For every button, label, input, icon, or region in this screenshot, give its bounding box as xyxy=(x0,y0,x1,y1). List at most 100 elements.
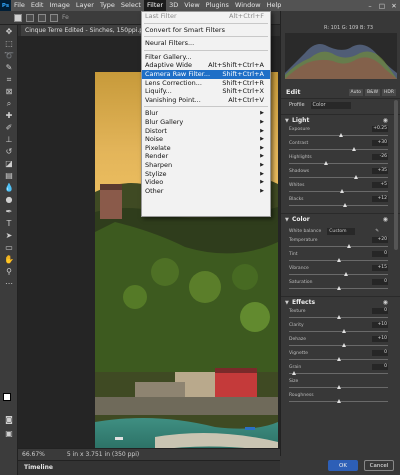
filter-menu-item-noise[interactable]: Noise ▶ xyxy=(142,135,270,144)
slider-texture[interactable]: Texture 0 xyxy=(281,308,400,322)
slider-value[interactable]: +10 xyxy=(372,322,388,328)
slider-track[interactable] xyxy=(289,345,388,346)
frame-tool-icon[interactable]: ⊠ xyxy=(2,86,16,97)
slider-roughness[interactable]: Roughness xyxy=(281,392,400,406)
slider-track[interactable] xyxy=(289,177,388,178)
filter-menu-item-blur-gallery[interactable]: Blur Gallery ▶ xyxy=(142,118,270,127)
hdr-button[interactable]: HDR xyxy=(382,88,396,96)
close-button[interactable]: ✕ xyxy=(388,2,400,10)
timeline-label[interactable]: Timeline xyxy=(24,464,53,471)
slider-value[interactable]: +35 xyxy=(372,168,388,174)
slider-thumb[interactable] xyxy=(337,315,341,319)
hand-tool-icon[interactable]: ✋ xyxy=(2,254,16,265)
slider-track[interactable] xyxy=(289,331,388,332)
slider-thumb[interactable] xyxy=(352,147,356,151)
slider-exposure[interactable]: Exposure +0.25 xyxy=(281,126,400,140)
filter-menu-item-lens-correction[interactable]: Lens Correction... Shift+Ctrl+R xyxy=(142,79,270,88)
slider-value[interactable]: -26 xyxy=(372,154,388,160)
slider-temperature[interactable]: Temperature +20 xyxy=(281,237,400,251)
eyedropper-tool-icon[interactable]: ⌕ xyxy=(2,98,16,109)
effects-section-header[interactable]: ▼ Effects ◉ xyxy=(281,296,400,308)
slider-thumb[interactable] xyxy=(337,399,341,403)
filter-menu-item-stylize[interactable]: Stylize ▶ xyxy=(142,170,270,179)
slider-contrast[interactable]: Contrast +30 xyxy=(281,140,400,154)
slider-track[interactable] xyxy=(289,205,388,206)
slider-value[interactable]: +12 xyxy=(372,196,388,202)
light-section-header[interactable]: ▼ Light ◉ xyxy=(281,114,400,126)
slider-thumb[interactable] xyxy=(340,189,344,193)
slider-clarity[interactable]: Clarity +10 xyxy=(281,322,400,336)
slider-grain[interactable]: Grain 0 xyxy=(281,364,400,378)
menu-view[interactable]: View xyxy=(181,0,202,11)
quick-select-tool-icon[interactable]: ✎ xyxy=(2,62,16,73)
eyedropper-icon[interactable]: ✎ xyxy=(375,229,379,234)
document-info[interactable]: 5 in x 3.751 in (350 ppi) xyxy=(67,451,139,458)
slider-thumb[interactable] xyxy=(347,244,351,248)
eye-icon[interactable]: ◉ xyxy=(383,216,388,223)
profile-select[interactable]: Color xyxy=(310,101,351,109)
filter-menu-item-last-filter[interactable]: Last Filter Alt+Ctrl+F xyxy=(142,12,270,21)
eraser-tool-icon[interactable]: ◪ xyxy=(2,158,16,169)
slider-thumb[interactable] xyxy=(343,203,347,207)
crop-tool-icon[interactable]: ⌗ xyxy=(2,74,16,85)
filter-menu-item-other[interactable]: Other ▶ xyxy=(142,187,270,196)
menu-help[interactable]: Help xyxy=(264,0,285,11)
filter-menu-item-adaptive-wide-angle[interactable]: Adaptive Wide Angle... Alt+Shift+Ctrl+A xyxy=(142,61,270,78)
more-tools-icon[interactable]: ⋯ xyxy=(2,278,16,289)
lasso-tool-icon[interactable]: ➰ xyxy=(2,50,16,61)
slider-value[interactable]: 0 xyxy=(372,364,388,370)
slider-track[interactable] xyxy=(289,373,388,374)
ok-button[interactable]: OK xyxy=(328,460,358,471)
auto-button[interactable]: Auto xyxy=(348,88,363,96)
slider-value[interactable]: 0 xyxy=(372,251,388,257)
white-balance-select[interactable]: Custom xyxy=(327,227,356,235)
selection-mode-subtract[interactable] xyxy=(38,13,46,22)
slider-tint[interactable]: Tint 0 xyxy=(281,251,400,265)
minimize-button[interactable]: – xyxy=(364,2,376,10)
zoom-level[interactable]: 66.67% xyxy=(22,451,45,458)
slider-dehaze[interactable]: Dehaze +10 xyxy=(281,336,400,350)
maximize-button[interactable]: □ xyxy=(376,2,388,10)
bw-button[interactable]: B&W xyxy=(364,88,381,96)
filter-menu-item-liquify[interactable]: Liquify... Shift+Ctrl+X xyxy=(142,87,270,96)
filter-menu-item-distort[interactable]: Distort ▶ xyxy=(142,127,270,136)
filter-menu-item-vanishing-point[interactable]: Vanishing Point... Alt+Ctrl+V xyxy=(142,96,270,105)
menu-window[interactable]: Window xyxy=(232,0,264,11)
eye-icon[interactable]: ◉ xyxy=(383,299,388,306)
selection-mode-add[interactable] xyxy=(26,13,34,22)
slider-highlights[interactable]: Highlights -26 xyxy=(281,154,400,168)
menu-layer[interactable]: Layer xyxy=(73,0,97,11)
filter-menu-item-blur[interactable]: Blur ▶ xyxy=(142,109,270,118)
menu-file[interactable]: File xyxy=(11,0,28,11)
zoom-tool-icon[interactable]: ⚲ xyxy=(2,266,16,277)
slider-shadows[interactable]: Shadows +35 xyxy=(281,168,400,182)
menu-edit[interactable]: Edit xyxy=(28,0,47,11)
eye-icon[interactable]: ◉ xyxy=(383,117,388,124)
slider-value[interactable]: +10 xyxy=(372,336,388,342)
slider-size[interactable]: Size xyxy=(281,378,400,392)
slider-value[interactable]: +20 xyxy=(372,237,388,243)
slider-whites[interactable]: Whites +5 xyxy=(281,182,400,196)
history-brush-icon[interactable]: ↺ xyxy=(2,146,16,157)
filter-menu-item-render[interactable]: Render ▶ xyxy=(142,152,270,161)
slider-value[interactable]: 0 xyxy=(372,350,388,356)
slider-value[interactable]: 0 xyxy=(372,279,388,285)
move-tool-icon[interactable]: ✥ xyxy=(2,26,16,37)
document-tab[interactable]: Cinque Terre Edited - Sinches, 150ppi.p xyxy=(21,25,148,36)
foreground-color-swatch[interactable] xyxy=(3,393,11,401)
menu-plugins[interactable]: Plugins xyxy=(203,0,232,11)
slider-value[interactable]: +30 xyxy=(372,140,388,146)
screen-mode-icon[interactable]: ▣ xyxy=(2,428,16,439)
slider-thumb[interactable] xyxy=(337,286,341,290)
slider-thumb[interactable] xyxy=(339,133,343,137)
stamp-tool-icon[interactable]: ⊥ xyxy=(2,134,16,145)
filter-menu-item-video[interactable]: Video ▶ xyxy=(142,178,270,187)
menu-image[interactable]: Image xyxy=(46,0,72,11)
selection-mode-new[interactable] xyxy=(14,13,22,22)
brush-tool-icon[interactable]: ✐ xyxy=(2,122,16,133)
selection-mode-intersect[interactable] xyxy=(50,13,58,22)
slider-value[interactable]: +0.25 xyxy=(372,126,388,132)
slider-thumb[interactable] xyxy=(324,161,328,165)
rectangle-tool-icon[interactable]: ▭ xyxy=(2,242,16,253)
filter-menu-item-neural-filters[interactable]: Neural Filters... xyxy=(142,39,270,48)
